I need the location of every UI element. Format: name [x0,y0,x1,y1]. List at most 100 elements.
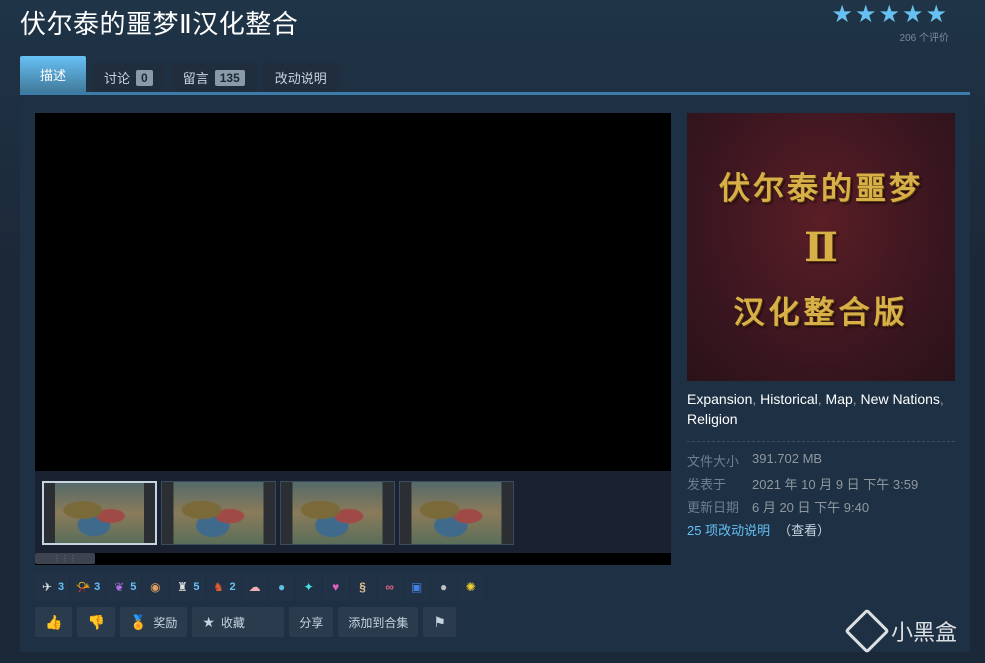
count-badge: 0 [136,69,153,86]
flag-icon: ⚑ [433,613,446,630]
rating-stars: ★★★★★ [831,0,949,29]
action-bar: 👍 👎 🏅 奖励 ★ 收藏 分享 添加到合集 ⚑ [35,607,456,637]
thumbs-up-button[interactable]: 👍 [35,607,73,637]
award-button[interactable]: 🏅 奖励 [119,607,188,637]
file-details: 文件大小 391.702 MB 发表于 2021 年 10 月 9 日 下午 3… [687,451,918,543]
award-badge[interactable]: ☁ [242,572,267,601]
award-badge[interactable]: ◉ [143,572,168,601]
share-label: 分享 [299,615,324,630]
thumbs-up-icon: 👍 [45,613,63,630]
thumbs-down-button[interactable]: 👎 [77,607,115,637]
tag-link[interactable]: New Nations [861,391,940,407]
tab-label: 描述 [40,67,67,83]
award-count: 3 [58,580,65,593]
tab-bar: 描述 讨论 0 留言 135 改动说明 [20,56,339,92]
fish-award-icon: ∞ [385,579,394,594]
favorite-button[interactable]: ★ 收藏 [192,607,285,637]
collection-label: 添加到合集 [348,615,409,630]
award-badge[interactable]: ♞ 2 [206,572,240,601]
thumbnail-scrollbar[interactable]: ⋮⋮⋮ [35,553,671,565]
award-count: 3 [94,580,101,593]
award-badge[interactable]: ✈ 3 [35,572,69,601]
award-badge[interactable]: ♜ 5 [170,572,204,601]
tab-description[interactable]: 描述 [20,56,87,92]
rating-stars-icon: ★★★★★ [831,1,949,28]
detail-label: 文件大小 [687,454,740,469]
screenshot-thumbnail[interactable] [280,481,395,545]
award-count: 5 [193,580,200,593]
change-notes-view-link[interactable]: （查看） [778,520,830,543]
report-button[interactable]: ⚑ [423,607,456,637]
share-button[interactable]: 分享 [289,607,334,637]
award-badge[interactable]: ♥ [323,572,348,601]
media-viewer[interactable] [35,113,671,471]
heart-award-icon: ♥ [332,579,340,594]
award-badge[interactable]: ✦ [296,572,321,601]
hearts-award-icon: ❦ [114,579,125,594]
count-badge: 135 [214,69,245,86]
tab-label: 留言 [182,71,209,86]
thumbs-down-icon: 👎 [87,613,105,630]
tag-list: Expansion, Historical, Map, New Nations,… [687,391,944,427]
wings-award-icon: ✈ [41,579,53,594]
screenshot-thumbnail[interactable] [161,481,276,545]
thumbnail-strip: ⋮⋮⋮ [35,471,671,565]
tab-change-notes[interactable]: 改动说明 [262,63,339,92]
award-badge[interactable]: ∞ [377,572,402,601]
watermark: 小黑盒 [844,608,957,654]
change-notes-link[interactable]: 25 项改动说明 [687,520,770,543]
tag-link[interactable]: Historical [760,391,818,407]
award-badge[interactable]: ✺ [458,572,483,601]
award-count: 2 [229,580,236,593]
detail-label: 发表于 [687,477,727,492]
scrollbar-thumb[interactable]: ⋮⋮⋮ [35,553,95,564]
award-badge[interactable]: ● [431,572,456,601]
scroll-award-icon: § [359,579,366,594]
tag-link[interactable]: Religion [687,411,738,427]
tab-label: 讨论 [104,71,131,86]
awards-row: ✈ 3 📯 3 ❦ 5 ◉ ♜ 5 ♞ 2 ☁ ● ✦ ♥ § ∞ ▣ ● ✺ [35,572,483,601]
shell-award-icon: ◉ [150,579,161,594]
cake-award-icon: ▣ [410,579,423,594]
tab-discussions[interactable]: 讨论 0 [92,63,165,92]
favorite-label: 收藏 [220,615,245,630]
award-badge[interactable]: 📯 3 [71,572,105,601]
detail-label: 更新日期 [687,500,740,515]
award-badge[interactable]: § [350,572,375,601]
slime-award-icon: ● [278,579,286,594]
comet-award-icon: ✦ [303,579,314,594]
rating-count[interactable]: 206 个评价 [900,29,949,44]
detail-value: 6 月 20 日 下午 9:40 [752,500,870,515]
main-panel: ⋮⋮⋮ 伏尔泰的噩梦 Ⅱ 汉化整合版 Expansion, Historical… [20,92,970,652]
award-count: 5 [130,580,137,593]
statue-award-icon: ♜ [176,579,188,594]
tab-comments[interactable]: 留言 135 [170,63,257,92]
cover-title-line: Ⅱ [804,223,838,271]
horn-award-icon: 📯 [75,579,91,594]
watermark-logo-icon [844,608,890,654]
mic-award-icon: ● [440,579,448,594]
workshop-cover-image: 伏尔泰的噩梦 Ⅱ 汉化整合版 [687,113,955,381]
detail-value: 2021 年 10 月 9 日 下午 3:59 [752,477,919,492]
screenshot-thumbnail[interactable] [42,481,157,545]
sun-award-icon: ✺ [465,579,476,594]
tab-label: 改动说明 [274,71,327,86]
award-badge[interactable]: ▣ [404,572,429,601]
tag-link[interactable]: Map [826,391,853,407]
add-to-collection-button[interactable]: 添加到合集 [338,607,419,637]
award-badge[interactable]: ● [269,572,294,601]
star-icon: ★ [202,613,215,630]
detail-value: 391.702 MB [752,451,823,466]
divider [687,441,955,442]
watermark-text: 小黑盒 [890,621,957,646]
tag-link[interactable]: Expansion [687,391,752,407]
cover-title-line: 伏尔泰的噩梦 [719,170,923,207]
award-badge[interactable]: ❦ 5 [107,572,141,601]
brain-award-icon: ☁ [248,579,261,594]
award-icon: 🏅 [129,613,148,630]
cover-title-line: 汉化整合版 [733,294,909,331]
page-title: 伏尔泰的噩梦Ⅱ汉化整合 [20,10,299,40]
screenshot-thumbnail[interactable] [399,481,514,545]
dragon-award-icon: ♞ [213,579,224,594]
award-label: 奖励 [153,615,178,630]
